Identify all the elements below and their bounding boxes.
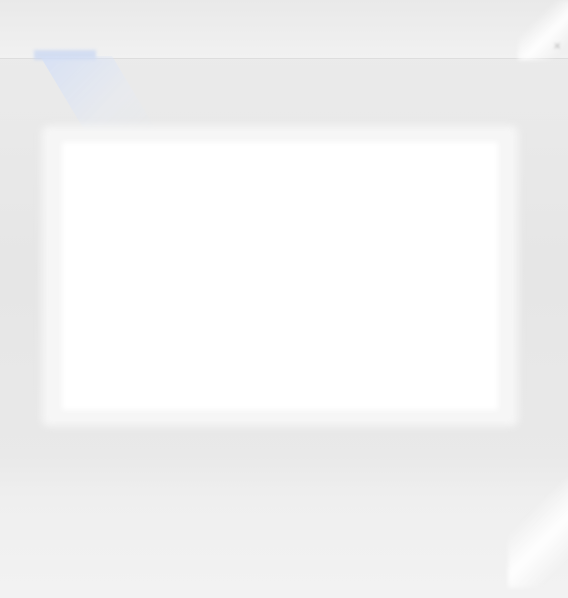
light-streak-bottom [508, 478, 568, 588]
bottom-section [0, 456, 568, 598]
light-streak-top [518, 0, 568, 60]
content-panel [62, 142, 498, 410]
link-highlight-beam [40, 56, 160, 136]
top-header: × [0, 0, 568, 60]
